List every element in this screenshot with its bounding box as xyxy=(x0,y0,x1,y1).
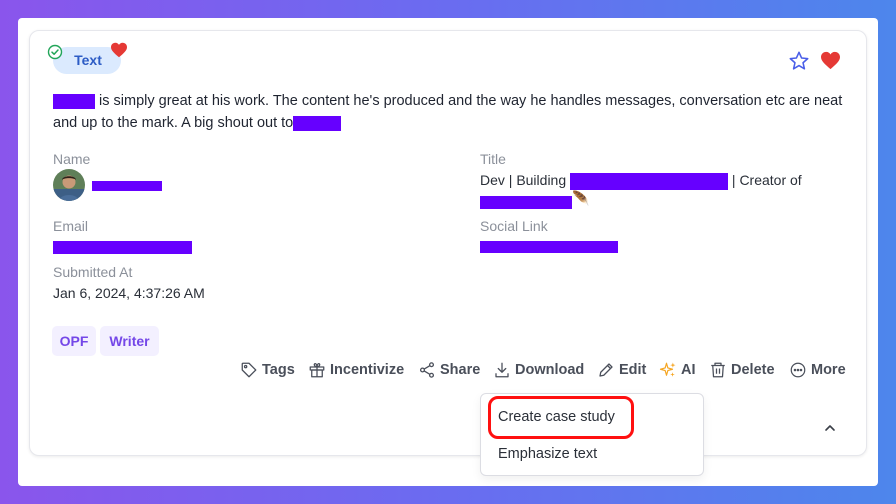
trash-icon xyxy=(711,362,725,378)
download-button[interactable]: Download xyxy=(493,359,584,381)
redacted-company xyxy=(570,172,729,190)
highlight-annotation xyxy=(488,396,634,439)
heart-icon[interactable] xyxy=(820,51,841,70)
redacted-name xyxy=(293,115,342,131)
redacted-name xyxy=(53,93,95,109)
submitted-value: Jan 6, 2024, 4:37:26 AM xyxy=(53,285,205,301)
share-button[interactable]: Share xyxy=(418,359,480,381)
gift-icon xyxy=(309,362,325,378)
redacted-email xyxy=(53,241,192,254)
review-text: is simply great at his work. The content… xyxy=(53,90,843,134)
star-icon[interactable] xyxy=(788,50,810,72)
redacted-product xyxy=(480,196,572,209)
delete-button[interactable]: Delete xyxy=(709,359,775,381)
more-button[interactable]: More xyxy=(789,359,846,381)
sparkles-icon xyxy=(659,362,676,377)
tags-button[interactable]: Tags xyxy=(240,359,295,381)
title-suffix: | Creator of xyxy=(731,172,802,188)
tag-chip[interactable]: Writer xyxy=(100,326,159,356)
tag-icon xyxy=(241,362,257,378)
edit-button[interactable]: Edit xyxy=(597,359,646,381)
title-value: Dev | Building | Creator of xyxy=(480,172,802,190)
incentivize-button[interactable]: Incentivize xyxy=(308,359,404,381)
share-icon xyxy=(419,362,435,378)
social-link-label: Social Link xyxy=(480,218,548,234)
more-icon xyxy=(790,362,806,378)
pencil-icon xyxy=(599,363,613,377)
redacted-social-link[interactable] xyxy=(480,241,618,253)
menu-item-emphasize-text[interactable]: Emphasize text xyxy=(498,446,597,462)
name-label: Name xyxy=(53,151,91,167)
tag-chip[interactable]: OPF xyxy=(52,326,96,356)
badge-heart-icon xyxy=(111,42,127,58)
check-circle-icon xyxy=(47,44,63,60)
chevron-up-icon[interactable] xyxy=(822,421,838,435)
ai-button[interactable]: AI xyxy=(659,359,696,381)
avatar xyxy=(53,169,85,201)
title-prefix: Dev | Building xyxy=(480,172,567,188)
download-icon xyxy=(495,362,509,378)
feather-emoji: 🪶 xyxy=(572,190,590,206)
email-label: Email xyxy=(53,218,89,234)
submitted-label: Submitted At xyxy=(53,264,133,280)
redacted-name-value xyxy=(92,181,162,191)
title-label: Title xyxy=(480,151,506,167)
review-body: is simply great at his work. The content… xyxy=(53,93,843,131)
